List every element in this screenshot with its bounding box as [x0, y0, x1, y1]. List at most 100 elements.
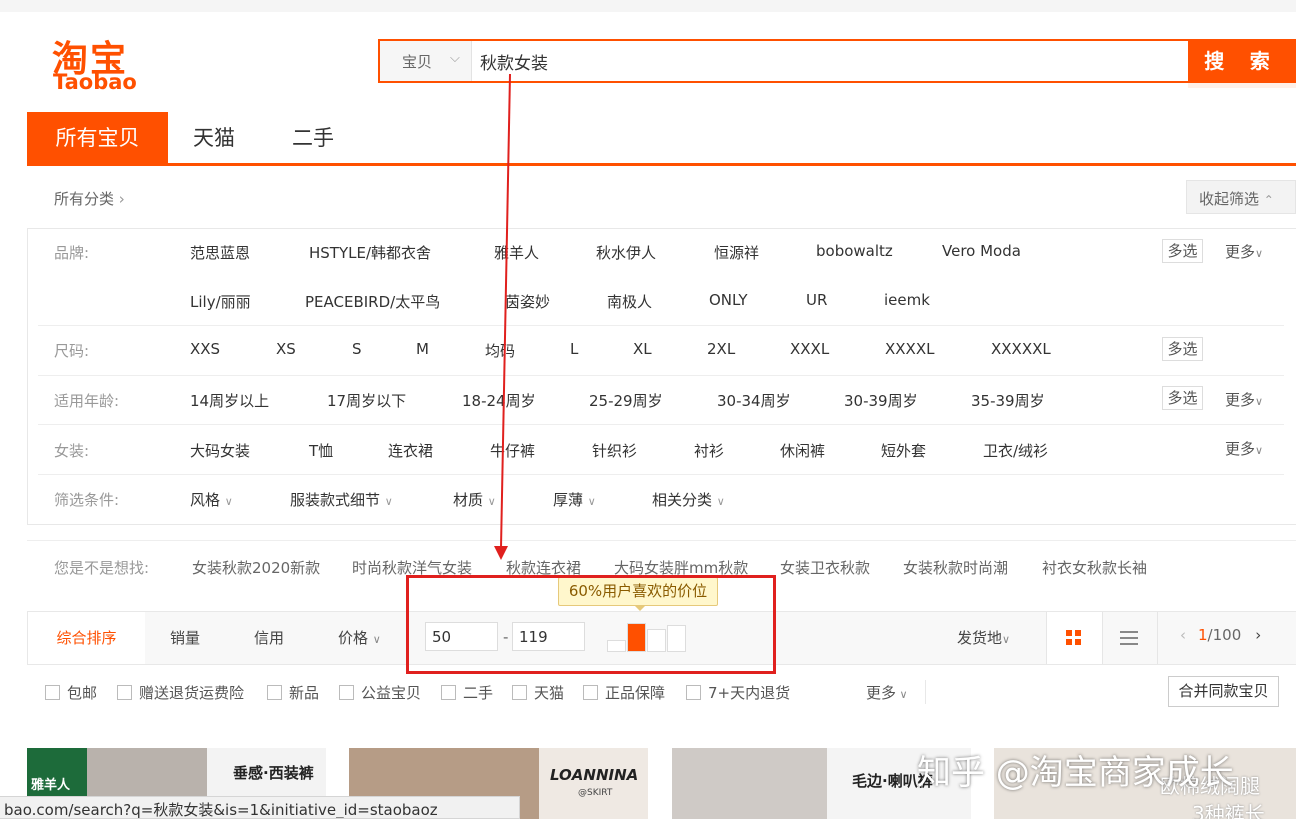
women-option[interactable]: 休闲裤 [780, 440, 825, 461]
brand-option[interactable]: 茵姿妙 [505, 291, 550, 312]
age-option[interactable]: 35-39周岁 [971, 390, 1045, 411]
brand-option[interactable]: 南极人 [607, 291, 652, 312]
checkbox-free-shipping[interactable]: 包邮 [45, 682, 97, 703]
sort-credit[interactable]: 信用 [254, 612, 284, 664]
women-option[interactable]: T恤 [309, 440, 333, 461]
collapse-filter-button[interactable]: 收起筛选 ⌃ [1186, 180, 1296, 214]
checkbox-charity[interactable]: 公益宝贝 [339, 682, 421, 703]
women-option[interactable]: 连衣裙 [388, 440, 433, 461]
brand-option[interactable]: ONLY [709, 291, 748, 309]
checkbox-tmall[interactable]: 天猫 [512, 682, 564, 703]
size-option[interactable]: XL [633, 340, 652, 358]
condition-dropdown[interactable]: 相关分类 ∨ [652, 489, 725, 510]
multi-select-button[interactable]: 多选 [1162, 337, 1203, 361]
ship-from-dropdown[interactable]: 发货地∨ [957, 612, 1010, 666]
age-option[interactable]: 14周岁以上 [190, 390, 269, 411]
checkbox-genuine[interactable]: 正品保障 [583, 682, 665, 703]
brand-option[interactable]: Lily/丽丽 [190, 291, 251, 312]
size-option[interactable]: XXXXXL [991, 340, 1051, 358]
search-type-dropdown[interactable]: 宝贝 ⌵ [380, 41, 472, 81]
brand-option[interactable]: HSTYLE/韩都衣舍 [309, 242, 431, 263]
multi-select-button[interactable]: 多选 [1162, 239, 1203, 263]
tab-all-items[interactable]: 所有宝贝 [27, 112, 168, 164]
checkbox-icon[interactable] [512, 685, 527, 700]
condition-dropdown[interactable]: 材质 ∨ [453, 489, 496, 510]
size-option[interactable]: S [352, 340, 362, 358]
page-total: /100 [1207, 626, 1242, 644]
checkbox-7day-return[interactable]: 7+天内退货 [686, 682, 790, 703]
women-option[interactable]: 大码女装 [190, 440, 250, 461]
checkbox-label: 天猫 [534, 684, 565, 702]
search-button[interactable]: 搜 索 [1188, 39, 1296, 85]
all-categories-link[interactable]: 所有分类 › [54, 188, 125, 209]
age-option[interactable]: 17周岁以下 [327, 390, 406, 411]
list-view-icon[interactable] [1118, 629, 1140, 647]
brand-option[interactable]: ieemk [884, 291, 930, 309]
more-options-button[interactable]: 更多 ∨ [866, 682, 908, 703]
ship-from-label: 发货地 [957, 629, 1003, 647]
multi-select-button[interactable]: 多选 [1162, 386, 1203, 410]
size-option[interactable]: XXXL [790, 340, 829, 358]
sort-default[interactable]: 综合排序 [28, 612, 145, 664]
checkbox-return-insurance[interactable]: 赠送退货运费险 [117, 682, 244, 703]
product-photo [672, 748, 827, 819]
suggestion-link[interactable]: 女装卫衣秋款 [780, 557, 870, 578]
suggestion-link[interactable]: 女装秋款时尚潮 [903, 557, 1008, 578]
women-option[interactable]: 牛仔裤 [490, 440, 535, 461]
tab-tmall[interactable]: 天猫 [193, 112, 235, 164]
more-button[interactable]: 更多∨ [1225, 389, 1263, 410]
search-type-label: 宝贝 [402, 53, 433, 71]
age-option[interactable]: 30-34周岁 [717, 390, 791, 411]
more-button[interactable]: 更多∨ [1225, 241, 1263, 262]
checkbox-second-hand[interactable]: 二手 [441, 682, 493, 703]
brand-option[interactable]: 恒源祥 [714, 242, 759, 263]
women-option[interactable]: 卫衣/绒衫 [983, 440, 1048, 461]
condition-label: 材质 [453, 491, 484, 509]
next-page-icon[interactable]: › [1255, 626, 1261, 644]
checkbox-icon[interactable] [441, 685, 456, 700]
brand-option[interactable]: bobowaltz [816, 242, 893, 260]
filter-panel [27, 228, 1296, 525]
checkbox-icon[interactable] [117, 685, 132, 700]
checkbox-icon[interactable] [339, 685, 354, 700]
condition-dropdown[interactable]: 服装款式细节 ∨ [290, 489, 393, 510]
size-option[interactable]: 2XL [707, 340, 735, 358]
more-button[interactable]: 更多∨ [1225, 438, 1263, 459]
brand-option[interactable]: 范思蓝恩 [190, 242, 250, 263]
prev-page-icon[interactable]: ‹ [1180, 626, 1186, 644]
women-option[interactable]: 针织衫 [592, 440, 637, 461]
size-option[interactable]: L [570, 340, 578, 358]
size-option[interactable]: XXXXL [885, 340, 934, 358]
age-option[interactable]: 18-24周岁 [462, 390, 536, 411]
age-option[interactable]: 30-39周岁 [844, 390, 918, 411]
age-option[interactable]: 25-29周岁 [589, 390, 663, 411]
suggestion-link[interactable]: 女装秋款2020新款 [192, 557, 320, 578]
brand-option[interactable]: 秋水伊人 [596, 242, 656, 263]
size-option[interactable]: M [416, 340, 429, 358]
checkbox-icon[interactable] [583, 685, 598, 700]
size-option[interactable]: XS [276, 340, 296, 358]
sort-price[interactable]: 价格 ∨ [338, 612, 381, 666]
women-option[interactable]: 短外套 [881, 440, 926, 461]
checkbox-icon[interactable] [45, 685, 60, 700]
search-input[interactable] [480, 41, 1170, 81]
brand-option[interactable]: Vero Moda [942, 242, 1021, 260]
condition-dropdown[interactable]: 厚薄 ∨ [553, 489, 596, 510]
size-option[interactable]: 均码 [485, 340, 515, 361]
women-option[interactable]: 衬衫 [694, 440, 724, 461]
taobao-logo-en[interactable]: Taobao [53, 70, 137, 94]
suggestion-link[interactable]: 衬衣女秋款长袖 [1042, 557, 1147, 578]
condition-dropdown[interactable]: 风格 ∨ [190, 489, 233, 510]
merge-same-items-button[interactable]: 合并同款宝贝 [1168, 676, 1279, 707]
checkbox-new[interactable]: 新品 [267, 682, 319, 703]
checkbox-icon[interactable] [267, 685, 282, 700]
tab-second-hand[interactable]: 二手 [292, 112, 334, 164]
chevron-down-icon: ∨ [1002, 633, 1011, 646]
chevron-down-icon: ∨ [587, 495, 596, 508]
brand-option[interactable]: PEACEBIRD/太平鸟 [305, 291, 440, 312]
sort-sales[interactable]: 销量 [170, 612, 200, 664]
brand-option[interactable]: UR [806, 291, 827, 309]
brand-option[interactable]: 雅羊人 [494, 242, 539, 263]
checkbox-icon[interactable] [686, 685, 701, 700]
size-option[interactable]: XXS [190, 340, 220, 358]
